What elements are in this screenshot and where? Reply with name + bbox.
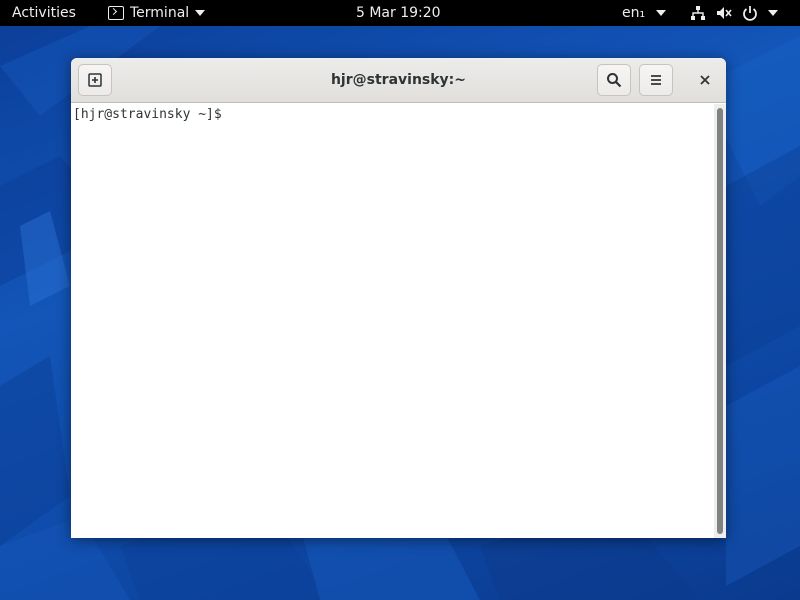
shell-prompt: [hjr@stravinsky ~]$ [73,107,222,122]
chevron-down-icon [768,10,778,16]
chevron-down-icon [655,10,666,16]
search-button[interactable] [597,64,631,96]
app-menu-button[interactable]: Terminal [108,0,206,26]
terminal-area[interactable]: [hjr@stravinsky ~]$ [71,104,714,538]
terminal-window: hjr@stravinsky:~ [hjr@stravinsky ~]$ [71,58,726,538]
new-tab-button[interactable] [78,64,112,96]
menu-button[interactable] [639,64,673,96]
system-menu-button[interactable] [690,0,778,26]
menu-icon [651,75,661,85]
header-bar[interactable]: hjr@stravinsky:~ [71,58,726,103]
language-label: en₁ [622,5,646,21]
volume-muted-icon [716,5,732,21]
power-icon [742,5,758,21]
app-menu-label: Terminal [130,5,190,21]
close-button[interactable] [691,66,719,94]
top-bar: Activities Terminal 5 Mar 19:20 en₁ [0,0,800,26]
network-icon [690,5,706,21]
close-icon [700,75,710,85]
search-icon [607,73,622,88]
new-tab-icon [88,73,102,87]
terminal-icon [108,6,124,20]
clock[interactable]: 5 Mar 19:20 [356,0,441,26]
activities-button[interactable]: Activities [12,0,76,26]
input-source-button[interactable]: en₁ [622,0,666,26]
scrollbar-thumb[interactable] [717,108,723,534]
scrollbar[interactable] [714,104,726,538]
chevron-down-icon [195,10,206,16]
